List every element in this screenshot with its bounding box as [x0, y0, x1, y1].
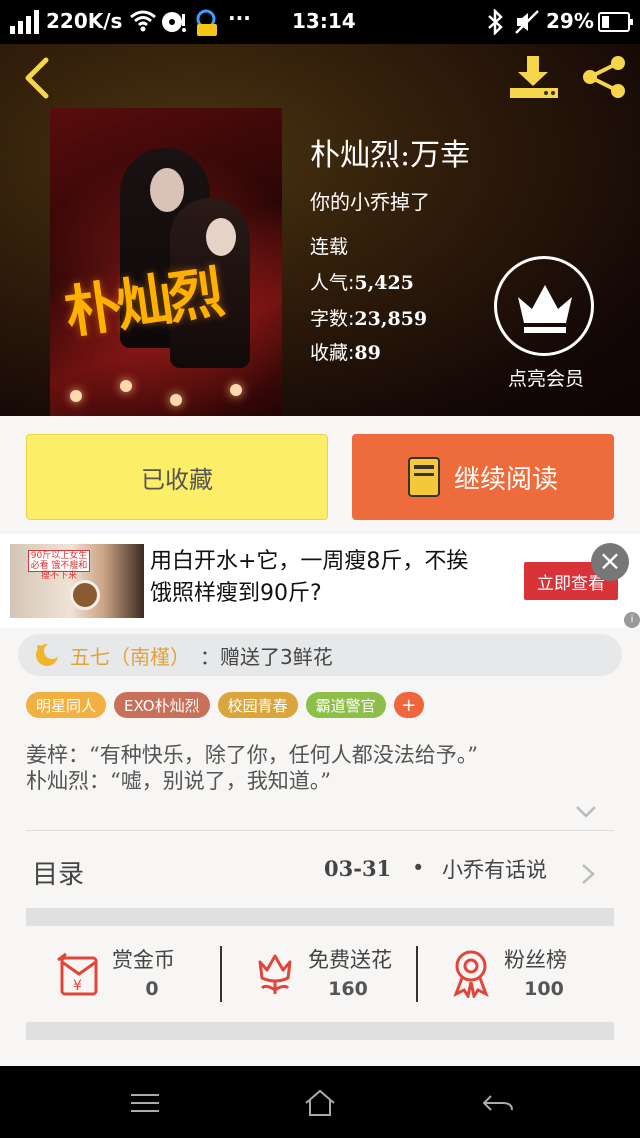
word-count-stat: 字数:23,859	[310, 308, 428, 330]
toc-separator: •	[412, 856, 425, 880]
reward-value: 100	[524, 978, 564, 1000]
network-speed: 220K/s	[46, 9, 123, 33]
more-notifications-icon: ···	[228, 6, 251, 30]
ad-text: 用白开水+它，一周瘦8斤，不挨饿照样瘦到90斤?	[150, 549, 469, 606]
reward-value: 0	[145, 978, 159, 1000]
book-summary: 姜梓：“有种快乐，除了你，任何人都没法给予。” 朴灿烈：“嘘，别说了，我知道。”	[26, 743, 478, 793]
book-header: 朴灿烈 朴灿烈:万幸 你的小乔掉了 连载 人气:5,425 字数:23,859 …	[0, 44, 640, 416]
book-icon	[407, 457, 440, 497]
chevron-right-icon	[582, 864, 595, 884]
toc-label: 目录	[32, 860, 85, 890]
ad-close-icon[interactable]: ×	[591, 543, 629, 581]
moon-icon	[36, 643, 60, 666]
back-icon[interactable]	[481, 1088, 515, 1118]
gift-notice: 五七（南槿） ：赠送了3鲜花	[18, 634, 622, 676]
reward-label: 赏金币	[112, 948, 175, 972]
reward-value: 160	[328, 978, 368, 1000]
toc-update-date: 03-31	[324, 856, 392, 881]
tag-item[interactable]: 明星同人	[26, 692, 107, 718]
system-nav-bar	[0, 1066, 640, 1138]
tag-item[interactable]: 霸道警官	[305, 692, 386, 718]
bluetooth-icon	[486, 7, 504, 40]
reward-label: 粉丝榜	[504, 948, 567, 972]
reward-label: 免费送花	[308, 948, 392, 972]
free-flower-button[interactable]: 免费送花 160	[222, 930, 418, 1020]
add-tag-button[interactable]: +	[393, 692, 424, 718]
battery-icon	[598, 12, 633, 32]
section-separator	[26, 1022, 614, 1040]
crown-icon	[518, 285, 572, 333]
section-separator	[26, 908, 614, 926]
book-title: 朴灿烈:万幸	[310, 138, 471, 173]
ad-image: 90斤以上女生必看 饿不瘦和瘦不下来	[10, 544, 144, 618]
medal-icon	[453, 950, 489, 998]
favorites-stat: 收藏:89	[310, 342, 381, 364]
menu-icon[interactable]	[128, 1088, 162, 1118]
tag-item[interactable]: EXO朴灿烈	[114, 692, 210, 718]
mute-icon	[514, 9, 540, 40]
back-arrow-icon[interactable]	[18, 56, 58, 100]
vip-button[interactable]	[494, 256, 594, 356]
signal-icon	[10, 10, 44, 34]
gift-user[interactable]: 五七（南槿）	[70, 641, 190, 670]
toc-latest-chapter: 小乔有话说	[442, 858, 547, 882]
ad-image-tag: 90斤以上女生必看 饿不瘦和瘦不下来	[28, 550, 90, 581]
ad-info-icon[interactable]: i	[624, 612, 640, 628]
advertisement-banner[interactable]: 90斤以上女生必看 饿不瘦和瘦不下来 用白开水+它，一周瘦8斤，不挨饿照样瘦到9…	[0, 534, 640, 628]
status-bar: 220K/s ··· 13:14 29%	[0, 0, 640, 44]
book-status: 连载	[310, 236, 349, 258]
popularity-stat: 人气:5,425	[310, 272, 414, 294]
share-icon[interactable]	[580, 54, 628, 100]
download-icon[interactable]	[508, 54, 560, 100]
clock: 13:14	[292, 9, 356, 33]
notification-icons	[160, 8, 224, 43]
chevron-down-icon[interactable]	[574, 802, 598, 822]
home-icon[interactable]	[303, 1088, 337, 1118]
fan-ranking-button[interactable]: 粉丝榜 100	[418, 930, 614, 1020]
book-cover[interactable]: 朴灿烈	[50, 108, 282, 416]
vip-label: 点亮会员	[507, 368, 584, 390]
reward-coins-button[interactable]: ¥ 赏金币 0	[26, 930, 222, 1020]
tag-item[interactable]: 校园青春	[217, 692, 298, 718]
favorited-button[interactable]: 已收藏	[26, 434, 328, 520]
gift-message: ：赠送了3鲜花	[200, 644, 333, 669]
svg-text:¥: ¥	[73, 978, 82, 994]
red-envelope-icon: ¥	[57, 952, 98, 996]
divider	[26, 830, 614, 831]
table-of-contents-row[interactable]: 目录 03-31 • 小乔有话说	[0, 840, 640, 906]
continue-reading-button[interactable]: 继续阅读	[352, 434, 614, 520]
book-author[interactable]: 你的小乔掉了	[310, 186, 430, 215]
tag-list: 明星同人 EXO朴灿烈 校园青春 霸道警官 +	[26, 692, 424, 718]
wifi-icon	[130, 10, 156, 37]
battery-percent: 29%	[546, 9, 594, 33]
reward-bar: ¥ 赏金币 0 免费送花 160 粉丝榜 100	[26, 930, 614, 1020]
flower-icon	[258, 954, 292, 994]
